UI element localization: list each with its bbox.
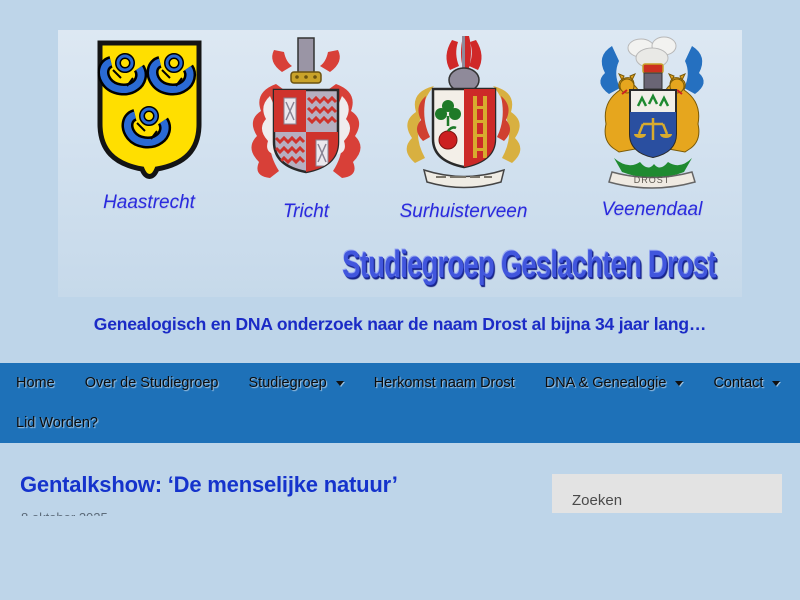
post-title[interactable]: Gentalkshow: ‘De menselijke natuur’ [20, 472, 398, 498]
chevron-down-icon [772, 381, 780, 386]
site-tagline: Genealogisch en DNA onderzoek naar de na… [0, 314, 800, 335]
header-banner: Haastrecht [58, 30, 742, 297]
nav-item-lid-worden[interactable]: Lid Worden? [1, 403, 113, 443]
post-date: 8 oktober 2025 [21, 509, 221, 516]
crest-caption-veenendaal: Veenendaal [602, 199, 703, 221]
crest-surhuisterveen: Surhuisterveen [394, 34, 533, 223]
search-input[interactable] [552, 474, 782, 513]
nav-item-label: Herkomst naam Drost [374, 375, 515, 391]
search-box [552, 474, 782, 513]
nav-item-label: DNA & Genealogie [545, 375, 667, 391]
nav-item-studiegroep[interactable]: Studiegroep [234, 363, 359, 403]
page: Haastrecht [0, 0, 800, 600]
nav-item-over-de-studiegroep[interactable]: Over de Studiegroep [70, 363, 234, 403]
tricht-coat-of-arms-icon [246, 32, 366, 195]
site-title: Studiegroep Geslachten Drost [342, 244, 716, 287]
nav-item-dna-genealogie[interactable]: DNA & Genealogie [530, 363, 699, 403]
crest-caption-haastrecht: Haastrecht [103, 192, 195, 214]
chevron-down-icon [675, 381, 683, 386]
crest-caption-tricht: Tricht [283, 201, 329, 223]
crest-caption-surhuisterveen: Surhuisterveen [400, 201, 528, 223]
nav-item-label: Home [16, 375, 55, 391]
nav-row-2: Lid Worden? [0, 403, 800, 443]
nav-item-label: Lid Worden? [16, 415, 98, 431]
veenendaal-banner-text: DROST [634, 175, 671, 185]
chevron-down-icon [336, 381, 344, 386]
nav-item-label: Studiegroep [249, 375, 327, 391]
crest-tricht: Tricht [244, 32, 368, 223]
nav-row-1: Home Over de Studiegroep Studiegroep Her… [0, 363, 800, 403]
crest-veenendaal: DROST Veenendaal [584, 32, 720, 221]
main-navigation: Home Over de Studiegroep Studiegroep Her… [0, 363, 800, 443]
surhuisterveen-coat-of-arms-icon [396, 34, 531, 195]
nav-item-label: Contact [713, 375, 763, 391]
nav-item-contact[interactable]: Contact [698, 363, 795, 403]
crest-haastrecht: Haastrecht [88, 36, 210, 214]
nav-item-herkomst-naam-drost[interactable]: Herkomst naam Drost [359, 363, 530, 403]
nav-item-home[interactable]: Home [1, 363, 70, 403]
veenendaal-coat-of-arms-icon: DROST [586, 32, 718, 193]
haastrecht-coat-of-arms-icon [91, 36, 208, 186]
nav-item-label: Over de Studiegroep [85, 375, 219, 391]
